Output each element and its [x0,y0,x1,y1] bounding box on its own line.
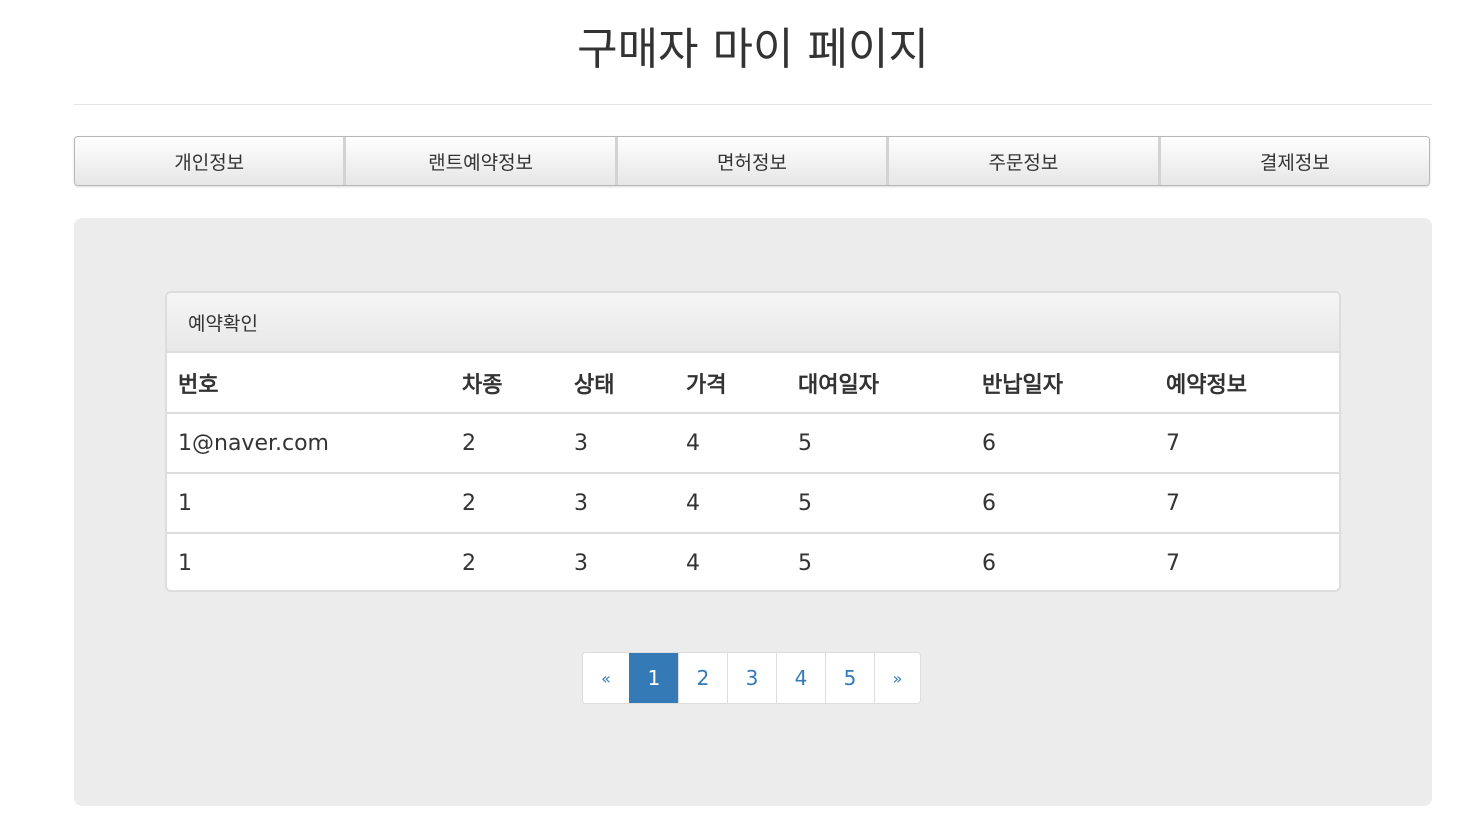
table-cell: 2 [451,472,563,533]
column-header: 가격 [686,372,727,398]
table-cell: 1 [167,472,451,533]
table-cell: 2 [451,412,563,473]
table-cell: 3 [563,532,675,590]
table-cell: 1@naver.com [167,412,451,473]
table-cell: 7 [1155,412,1339,473]
table-cell: 3 [563,472,675,533]
column-header: 예약정보 [1166,372,1247,398]
page-header: 구매자 마이 페이지 [74,0,1432,105]
column-header: 대여일자 [798,372,879,398]
table-cell: 4 [675,472,787,533]
tab-bar: 개인정보 랜트예약정보 면허정보 주문정보 결제정보 [74,136,1430,186]
page-title: 구매자 마이 페이지 [577,24,929,75]
tab-personal-info[interactable]: 개인정보 [75,137,347,185]
column-header: 차종 [462,372,503,398]
table-cell: 7 [1155,532,1339,590]
tab-payment-info[interactable]: 결제정보 [1160,137,1429,185]
tab-order-info[interactable]: 주문정보 [889,137,1161,185]
table-cell: 5 [787,472,971,533]
reservation-table: 번호 차종 상태 가격 대여일자 반납일자 예약정보 1@naver.com 2… [167,353,1339,590]
pagination-page-3[interactable]: 3 [727,653,776,703]
table-cell: 6 [971,532,1155,590]
table-row: 1@naver.com 2 3 4 5 6 7 [167,412,1339,473]
table-cell: 4 [675,532,787,590]
table-cell: 3 [563,412,675,473]
pagination-prev-button[interactable]: « [583,653,629,703]
column-header: 상태 [574,372,615,398]
table-cell: 2 [451,532,563,590]
content-well: 예약확인 번호 차종 상태 가격 대여일자 반납일자 예약정보 1@naver.… [74,218,1432,806]
pagination-next-button[interactable]: » [874,653,920,703]
table-cell: 7 [1155,472,1339,533]
table-row: 1 2 3 4 5 6 7 [167,532,1339,590]
table-cell: 4 [675,412,787,473]
pagination: « 1 2 3 4 5 » [582,652,921,704]
table-cell: 5 [787,532,971,590]
panel-heading: 예약확인 [167,293,1339,353]
table-row: 1 2 3 4 5 6 7 [167,472,1339,533]
table-cell: 1 [167,532,451,590]
reservation-panel: 예약확인 번호 차종 상태 가격 대여일자 반납일자 예약정보 1@naver.… [165,291,1341,592]
tab-license-info[interactable]: 면허정보 [617,137,890,185]
table-cell: 6 [971,472,1155,533]
table-header-row: 번호 차종 상태 가격 대여일자 반납일자 예약정보 [167,353,1339,413]
table-cell: 6 [971,412,1155,473]
tab-rent-reservation-info[interactable]: 랜트예약정보 [346,137,618,185]
column-header: 번호 [178,372,219,398]
pagination-page-2[interactable]: 2 [678,653,727,703]
pagination-page-1[interactable]: 1 [629,653,678,703]
table-cell: 5 [787,412,971,473]
column-header: 반납일자 [982,372,1063,398]
pagination-page-5[interactable]: 5 [825,653,874,703]
pagination-page-4[interactable]: 4 [776,653,825,703]
